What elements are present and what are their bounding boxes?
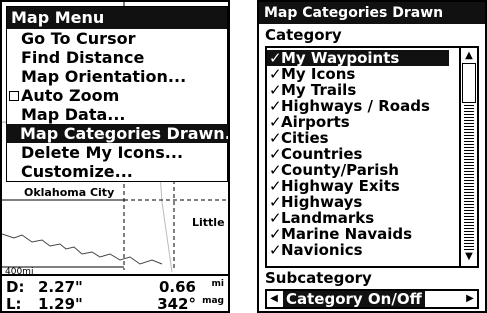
gps-value-secondary: 0.66 [158,278,196,296]
category-label: Navionics [281,241,363,259]
check-icon[interactable]: ✓ [269,162,282,178]
category-item[interactable]: ✓Navionics [267,242,449,258]
scroll-thumb[interactable] [462,63,476,103]
menu-item-label: Map Categories Drawn... [20,124,230,143]
left-arrow-icon[interactable]: ◀ [267,291,281,307]
subcategory-heading: Subcategory [265,269,372,287]
dialog-title: Map Categories Drawn [259,2,485,24]
check-icon[interactable]: ✓ [269,210,282,226]
menu-item-map-data[interactable]: Map Data... [7,105,227,124]
check-icon[interactable]: ✓ [269,178,282,194]
category-item[interactable]: ✓Highway Exits [267,178,449,194]
category-item[interactable]: ✓County/Parish [267,162,449,178]
check-icon[interactable]: ✓ [269,226,282,242]
map-screen: Oklahoma City Little 400mi Map Menu Go T… [0,0,230,313]
gps-readout: D: 2.27" 0.66 mi L: 1.29" 342° mag [2,274,228,311]
check-icon[interactable]: ✓ [269,50,282,66]
menu-item-delete-my-icons[interactable]: Delete My Icons... [7,143,227,162]
check-icon[interactable]: ✓ [269,82,282,98]
menu-item-label: Auto Zoom [21,86,120,105]
gps-value: 1.29" [38,295,83,313]
map-city-label: Little [192,216,225,229]
map-menu-title: Map Menu [7,7,227,29]
menu-item-label: Map Data... [21,105,126,124]
gps-value-secondary: 342° [157,295,196,313]
menu-item-customize[interactable]: Customize... [7,162,227,181]
category-item[interactable]: ✓Cities [267,130,449,146]
menu-item-label: Go To Cursor [21,29,136,48]
gps-row-distance: D: 2.27" 0.66 mi [6,278,224,296]
menu-item-label: Customize... [21,162,133,181]
categories-screen: Map Categories Drawn Category ▲ ▼ ✓My Wa… [257,0,487,313]
menu-item-label: Map Orientation... [21,67,187,86]
category-item[interactable]: ✓Countries [267,146,449,162]
category-item[interactable]: ✓Highways / Roads [267,98,449,114]
gps-unit: mag [202,296,224,306]
gps-unit: mi [211,279,224,289]
auto-zoom-checkbox[interactable] [9,91,19,101]
category-item[interactable]: ✓My Waypoints [267,50,449,66]
menu-item-find-distance[interactable]: Find Distance [7,48,227,67]
subcategory-value: Category On/Off [283,291,425,307]
check-icon[interactable]: ✓ [269,194,282,210]
check-icon[interactable]: ✓ [269,98,282,114]
check-icon[interactable]: ✓ [269,242,282,258]
category-heading: Category [265,26,342,44]
menu-item-go-to-cursor[interactable]: Go To Cursor [7,29,227,48]
gps-value: 2.27" [38,278,83,296]
map-menu: Map Menu Go To Cursor Find Distance Map … [6,6,228,182]
subcategory-selector[interactable]: ◀ Category On/Off ▶ [265,289,479,309]
gps-row-location: L: 1.29" 342° mag [6,295,224,311]
menu-item-map-orientation[interactable]: Map Orientation... [7,67,227,86]
menu-item-label: Delete My Icons... [21,143,184,162]
scroll-down-icon[interactable]: ▼ [463,251,475,263]
category-list[interactable]: ▲ ▼ ✓My Waypoints ✓My Icons ✓My Trails ✓Hig… [265,46,479,268]
map-city-label: Oklahoma City [24,186,115,199]
category-item[interactable]: ✓Highways [267,194,449,210]
scroll-up-icon[interactable]: ▲ [463,50,475,62]
category-item[interactable]: ✓My Icons [267,66,449,82]
check-icon[interactable]: ✓ [269,130,282,146]
menu-item-auto-zoom[interactable]: Auto Zoom [7,86,227,105]
menu-item-map-categories-drawn[interactable]: Map Categories Drawn... [6,124,228,143]
category-item[interactable]: ✓My Trails [267,82,449,98]
gps-label: L: [6,295,22,313]
menu-item-label: Find Distance [21,48,145,67]
gps-label: D: [6,278,25,296]
category-item[interactable]: ✓Landmarks [267,210,449,226]
right-arrow-icon[interactable]: ▶ [463,291,477,307]
list-scrollbar[interactable]: ▲ ▼ [459,48,477,266]
category-item[interactable]: ✓Marine Navaids [267,226,449,242]
check-icon[interactable]: ✓ [269,66,282,82]
check-icon[interactable]: ✓ [269,146,282,162]
check-icon[interactable]: ✓ [269,114,282,130]
category-item[interactable]: ✓Airports [267,114,449,130]
